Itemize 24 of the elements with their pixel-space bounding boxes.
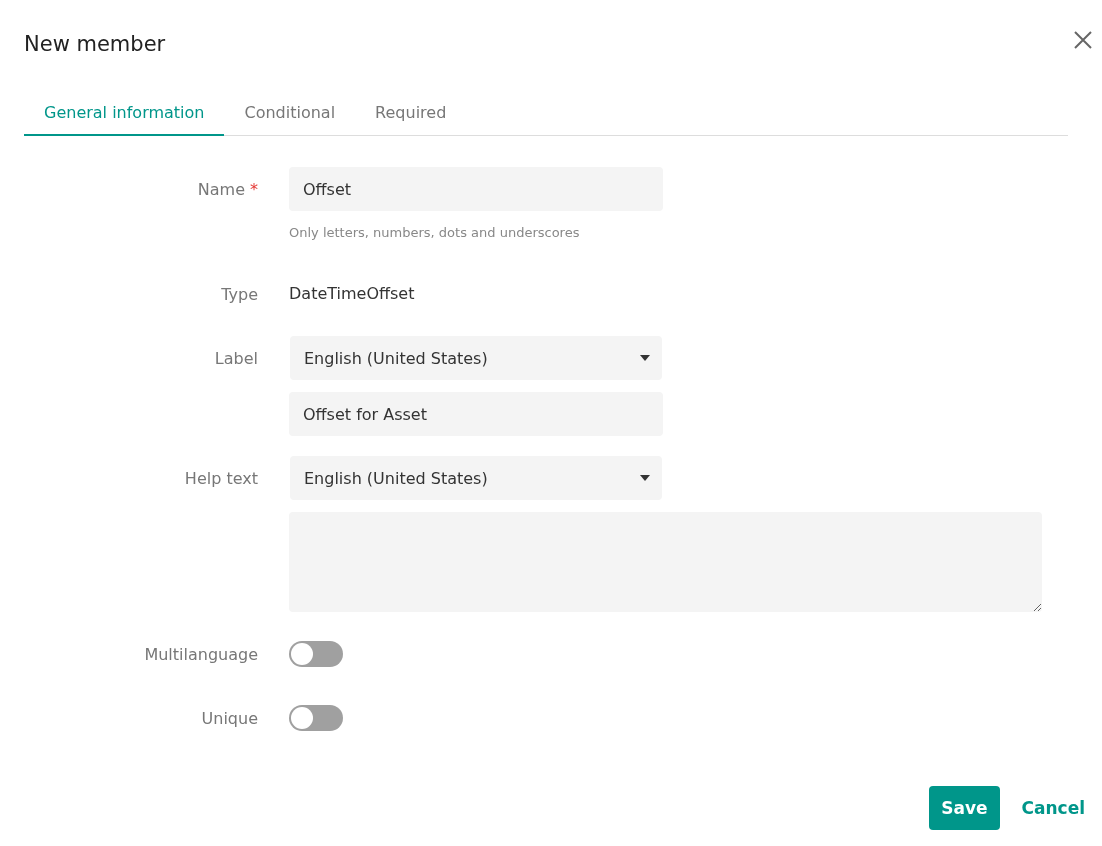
- field-label: Type: [221, 284, 258, 304]
- tab[interactable]: Required: [355, 90, 467, 136]
- field-hint: Only letters, numbers, dots and underscores: [289, 225, 580, 240]
- caret-icon: [640, 475, 650, 481]
- field-label: Name: [197, 179, 245, 199]
- language-dropdown[interactable]: English (United States): [290, 456, 662, 500]
- tab[interactable]: Conditional: [224, 90, 356, 136]
- dialog-title: New member: [24, 32, 166, 56]
- close-button[interactable]: [1072, 29, 1094, 51]
- field-label: Unique: [201, 708, 258, 728]
- toggle-switch[interactable]: [289, 641, 343, 667]
- caret-icon: [640, 355, 650, 361]
- save-button[interactable]: Save: [929, 786, 1000, 830]
- label-input[interactable]: Offset for Asset: [289, 392, 663, 436]
- field-label: Help text: [184, 468, 258, 488]
- name-input[interactable]: Offset: [289, 167, 663, 211]
- tab[interactable]: General information: [24, 90, 225, 136]
- cancel-link[interactable]: Cancel: [1021, 786, 1085, 830]
- type-value: DateTimeOffset: [289, 283, 416, 305]
- toggle-switch[interactable]: [289, 705, 343, 731]
- required-marker: *: [250, 179, 258, 199]
- language-dropdown[interactable]: English (United States): [290, 336, 662, 380]
- field-label: Label: [214, 348, 258, 368]
- field-label: Multilanguage: [144, 644, 258, 664]
